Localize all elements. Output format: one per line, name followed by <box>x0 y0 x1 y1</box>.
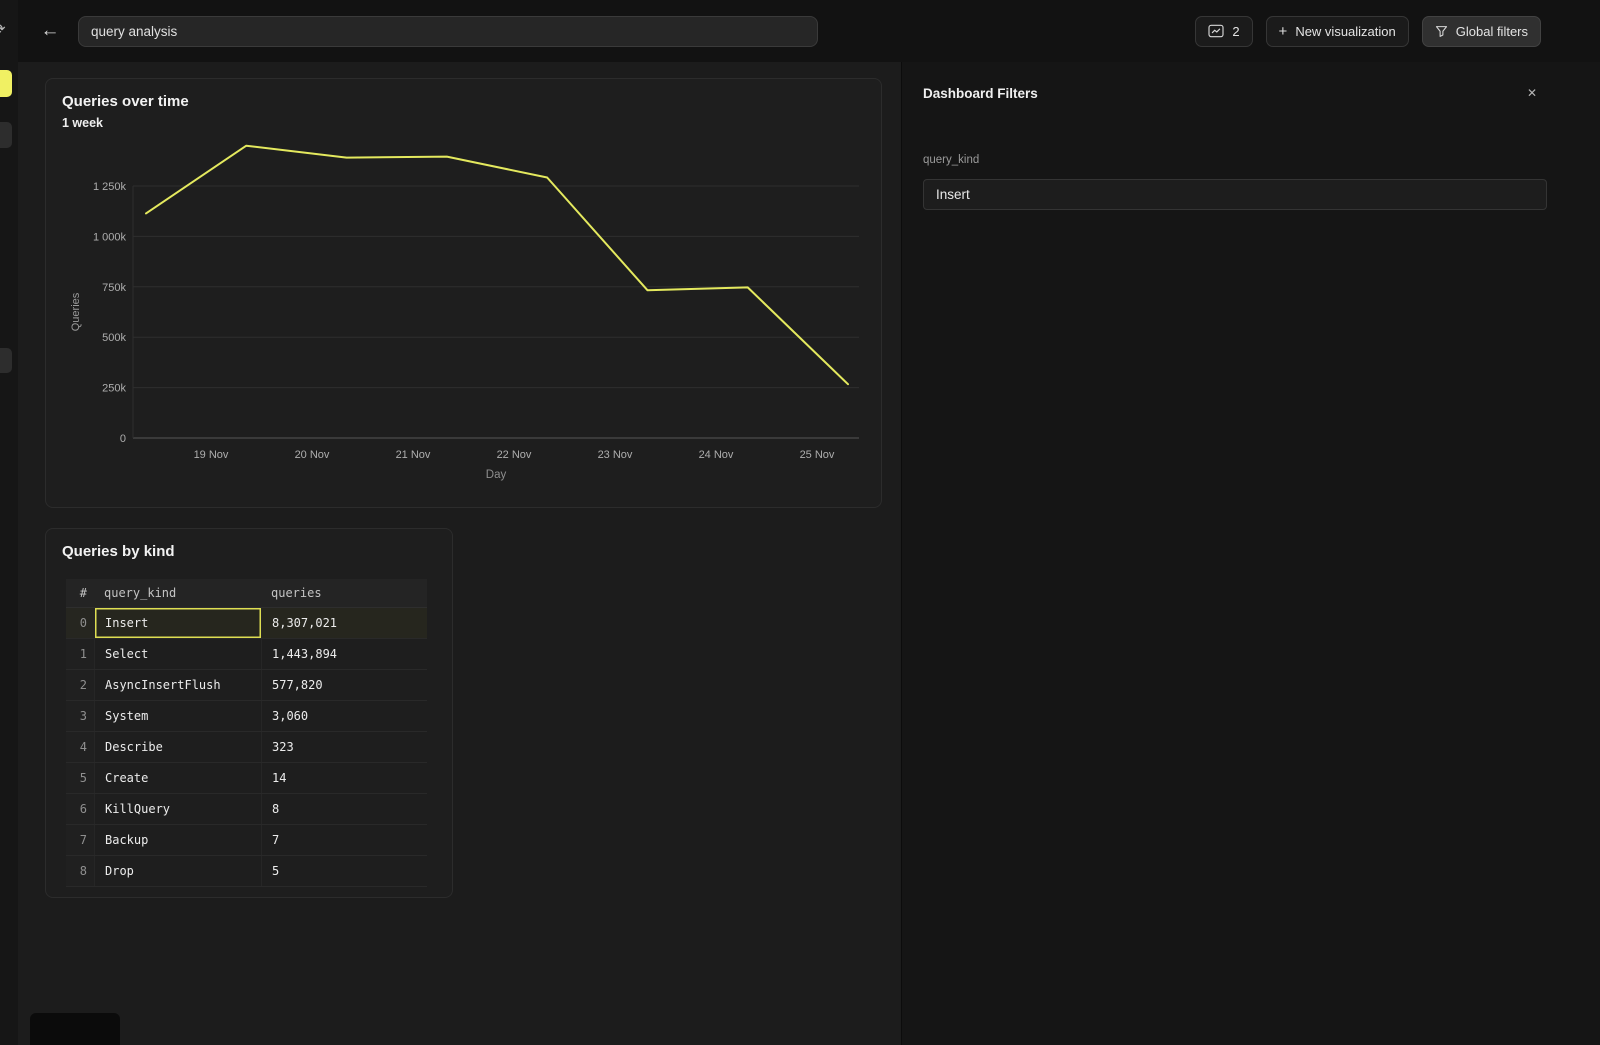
y-tick-label: 500k <box>102 332 126 344</box>
table-cell[interactable]: Select <box>94 639 261 669</box>
row-index-cell: 4 <box>66 732 94 762</box>
rail-item[interactable] <box>0 122 12 148</box>
y-tick-label: 0 <box>120 433 126 445</box>
table-cell[interactable]: 577,820 <box>261 670 427 700</box>
chart-line[interactable] <box>146 146 848 385</box>
y-tick-label: 250k <box>102 383 126 395</box>
close-icon[interactable]: ✕ <box>1527 86 1537 100</box>
query-kind-table-body: 0Insert8,307,0211Select1,443,8942AsyncIn… <box>66 608 427 887</box>
table-row: 5Create14 <box>66 763 427 794</box>
table-cell[interactable]: 8 <box>261 794 427 824</box>
filter-field-label: query_kind <box>923 154 979 166</box>
x-tick-label: 20 Nov <box>295 449 330 461</box>
table-cell[interactable]: 1,443,894 <box>261 639 427 669</box>
dashboard-canvas: Queries over time 1 week 0 250k 500k 750k 1 … <box>18 62 901 1045</box>
new-visualization-button[interactable]: + New visualization <box>1266 16 1409 47</box>
table-cell[interactable]: 5 <box>261 856 427 886</box>
back-arrow-icon: ← <box>41 20 60 42</box>
row-index-cell: 0 <box>66 608 94 638</box>
column-header[interactable]: # <box>66 579 94 607</box>
visualization-count: 2 <box>1232 24 1239 39</box>
row-index-cell: 7 <box>66 825 94 855</box>
table-row: 4Describe323 <box>66 732 427 763</box>
table-cell[interactable]: 14 <box>261 763 427 793</box>
table-title: Queries by kind <box>46 529 452 560</box>
table-cell[interactable]: 8,307,021 <box>261 608 427 638</box>
query-kind-table: #query_kindqueries 0Insert8,307,0211Sele… <box>66 579 427 887</box>
row-index-cell: 3 <box>66 701 94 731</box>
rail-item-active[interactable] <box>0 70 12 97</box>
y-tick-label: 1 000k <box>93 231 127 243</box>
funnel-icon <box>1435 25 1448 38</box>
y-tick-label: 750k <box>102 282 126 294</box>
queries-chart-svg: 0 250k 500k 750k 1 000k 1 250k 19 Nov 20 Nov 21 … <box>46 134 883 494</box>
visualizations-icon <box>1208 24 1224 38</box>
global-filters-button[interactable]: Global filters <box>1422 16 1541 47</box>
row-index-cell: 6 <box>66 794 94 824</box>
x-tick-label: 23 Nov <box>598 449 633 461</box>
new-visualization-label: New visualization <box>1295 24 1395 39</box>
table-row: 2AsyncInsertFlush577,820 <box>66 670 427 701</box>
table-cell[interactable]: Describe <box>94 732 261 762</box>
chart-title: Queries over time <box>46 79 881 110</box>
table-cell[interactable]: AsyncInsertFlush <box>94 670 261 700</box>
x-tick-label: 22 Nov <box>497 449 532 461</box>
table-row: 0Insert8,307,021 <box>66 608 427 639</box>
table-cell[interactable]: 7 <box>261 825 427 855</box>
table-cell[interactable]: 323 <box>261 732 427 762</box>
table-row: 8Drop5 <box>66 856 427 887</box>
top-bar: ← 2 + New visualization Global filters <box>0 0 1600 62</box>
topbar-actions: 2 + New visualization Global filters <box>1195 16 1541 47</box>
column-header[interactable]: queries <box>261 579 427 607</box>
table-row: 1Select1,443,894 <box>66 639 427 670</box>
row-index-cell: 2 <box>66 670 94 700</box>
queries-over-time-card[interactable]: Queries over time 1 week 0 250k 500k 750k 1 … <box>45 78 882 508</box>
column-header[interactable]: query_kind <box>94 579 261 607</box>
y-axis-title: Queries <box>70 292 82 331</box>
x-tick-label: 21 Nov <box>396 449 431 461</box>
x-tick-label: 25 Nov <box>800 449 835 461</box>
plus-icon: + <box>1279 24 1288 39</box>
x-axis-title: Day <box>486 469 507 481</box>
table-cell[interactable]: Drop <box>94 856 261 886</box>
table-cell[interactable]: System <box>94 701 261 731</box>
table-header-row: #query_kindqueries <box>66 579 427 608</box>
table-cell[interactable]: KillQuery <box>94 794 261 824</box>
bottom-left-overlay <box>30 1013 120 1045</box>
table-row: 7Backup7 <box>66 825 427 856</box>
queries-by-kind-card[interactable]: Queries by kind #query_kindqueries 0Inse… <box>45 528 453 898</box>
x-tick-label: 24 Nov <box>699 449 734 461</box>
back-button[interactable]: ← <box>36 17 64 45</box>
dashboard-filters-panel: Dashboard Filters ✕ query_kind <box>901 62 1600 1045</box>
table-row: 3System3,060 <box>66 701 427 732</box>
table-cell[interactable]: Create <box>94 763 261 793</box>
table-cell[interactable]: Insert <box>94 608 261 638</box>
dashboard-title-input[interactable] <box>78 16 818 47</box>
row-index-cell: 8 <box>66 856 94 886</box>
global-filters-label: Global filters <box>1456 24 1528 39</box>
table-cell[interactable]: 3,060 <box>261 701 427 731</box>
left-rail: ⟳ <box>0 0 18 1045</box>
visualization-count-button[interactable]: 2 <box>1195 16 1252 47</box>
x-tick-label: 19 Nov <box>194 449 229 461</box>
filters-panel-title: Dashboard Filters <box>923 86 1038 101</box>
rail-item[interactable] <box>0 348 12 373</box>
table-row: 6KillQuery8 <box>66 794 427 825</box>
table-cell[interactable]: Backup <box>94 825 261 855</box>
y-tick-label: 1 250k <box>93 181 127 193</box>
row-index-cell: 5 <box>66 763 94 793</box>
row-index-cell: 1 <box>66 639 94 669</box>
chart-subtitle: 1 week <box>46 110 881 130</box>
refresh-icon[interactable]: ⟳ <box>0 20 6 38</box>
query-kind-filter-input[interactable] <box>923 179 1547 210</box>
